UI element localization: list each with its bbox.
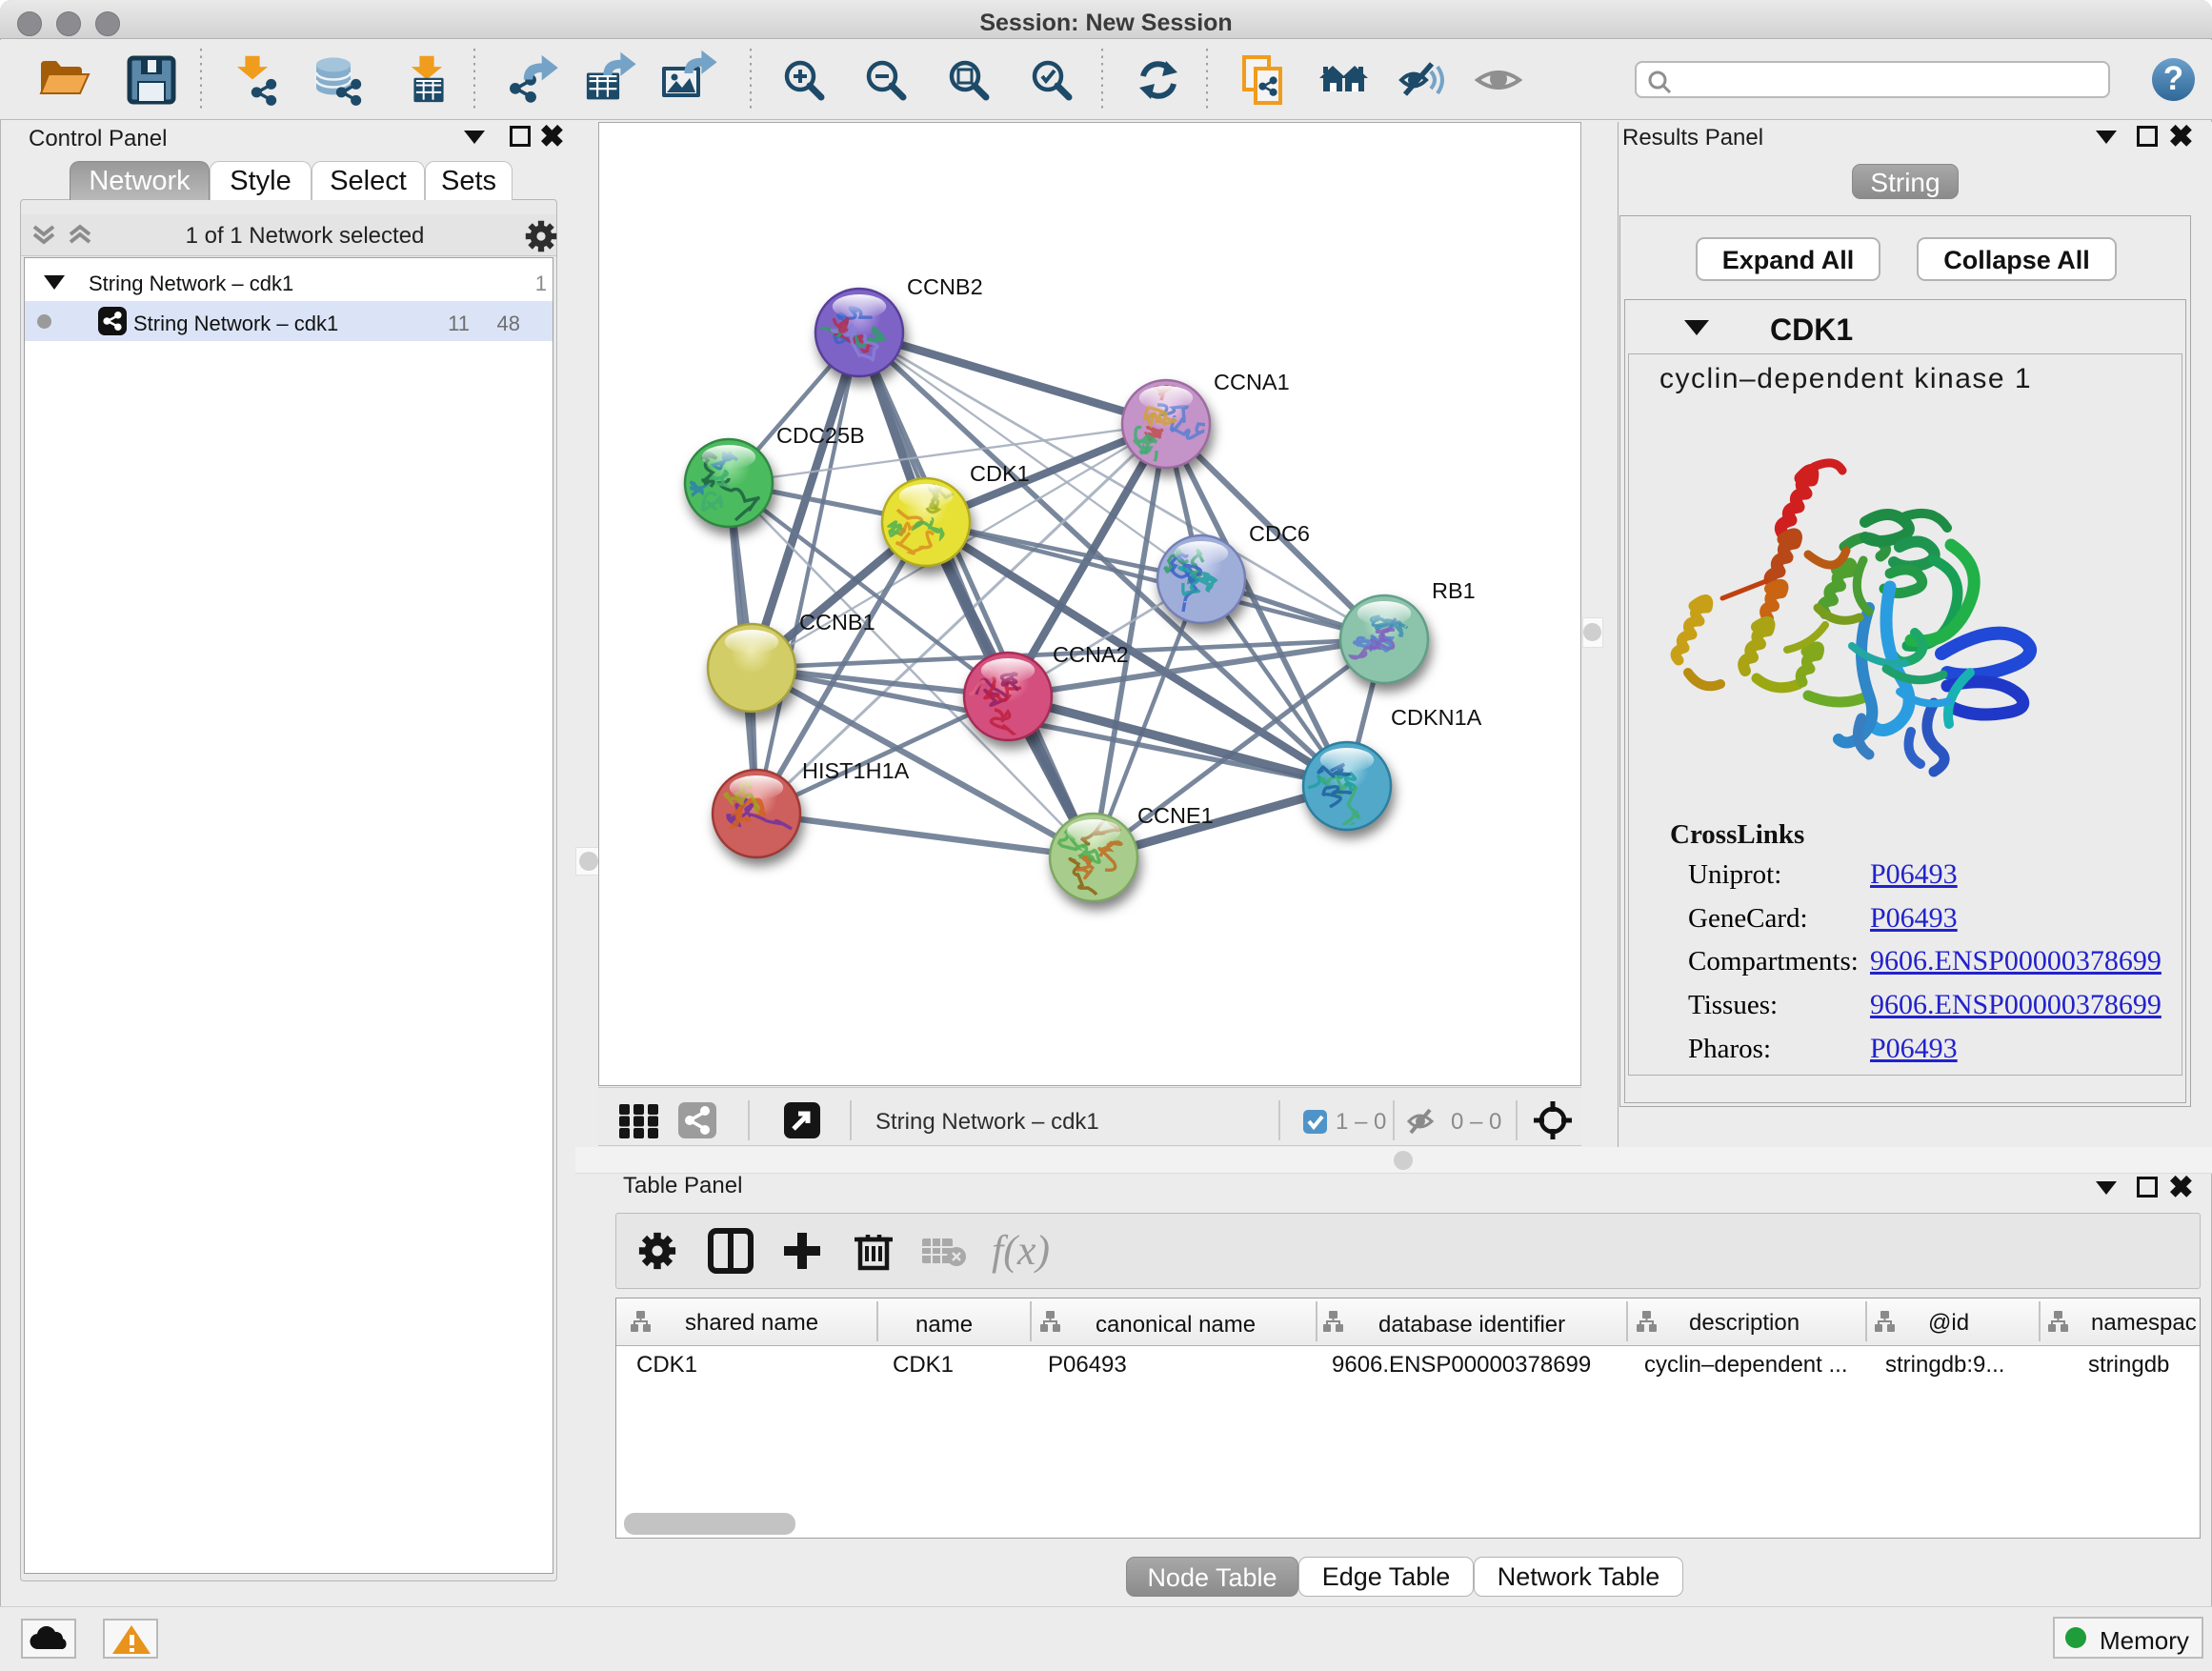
svg-text:CDC25B: CDC25B	[776, 423, 865, 448]
svg-text:shared name: shared name	[685, 1310, 818, 1336]
svg-text:description: description	[1689, 1310, 1800, 1336]
svg-text:CDKN1A: CDKN1A	[1391, 705, 1482, 730]
svg-text:stringdb: stringdb	[2088, 1352, 2169, 1378]
svg-text:RB1: RB1	[1432, 578, 1476, 603]
svg-text:0 – 0: 0 – 0	[1451, 1109, 1501, 1135]
svg-text:f(x): f(x)	[992, 1227, 1050, 1274]
svg-text:database identifier: database identifier	[1378, 1312, 1565, 1338]
svg-text:namespac: namespac	[2091, 1310, 2197, 1336]
svg-text:CDK1: CDK1	[893, 1352, 954, 1378]
svg-text:HIST1H1A: HIST1H1A	[802, 758, 910, 783]
svg-text:String Network – cdk1: String Network – cdk1	[875, 1109, 1099, 1135]
svg-text:CCNA1: CCNA1	[1214, 370, 1290, 394]
svg-text:@id: @id	[1928, 1310, 1969, 1336]
svg-text:CCNE1: CCNE1	[1137, 803, 1214, 828]
svg-text:cyclin–dependent ...: cyclin–dependent ...	[1644, 1352, 1847, 1378]
svg-text:9606.ENSP00000378699: 9606.ENSP00000378699	[1332, 1352, 1591, 1378]
svg-text:CDK1: CDK1	[970, 461, 1030, 486]
svg-text:name: name	[915, 1312, 973, 1338]
svg-text:stringdb:9...: stringdb:9...	[1885, 1352, 2004, 1378]
svg-text:P06493: P06493	[1048, 1352, 1127, 1378]
svg-text:CCNA2: CCNA2	[1053, 642, 1129, 667]
svg-text:1 – 0: 1 – 0	[1336, 1109, 1386, 1135]
svg-text:CDK1: CDK1	[636, 1352, 697, 1378]
svg-text:canonical name: canonical name	[1096, 1312, 1256, 1338]
svg-text:CCNB2: CCNB2	[907, 274, 983, 299]
svg-text:CDC6: CDC6	[1249, 521, 1310, 546]
svg-text:CCNB1: CCNB1	[799, 610, 875, 634]
